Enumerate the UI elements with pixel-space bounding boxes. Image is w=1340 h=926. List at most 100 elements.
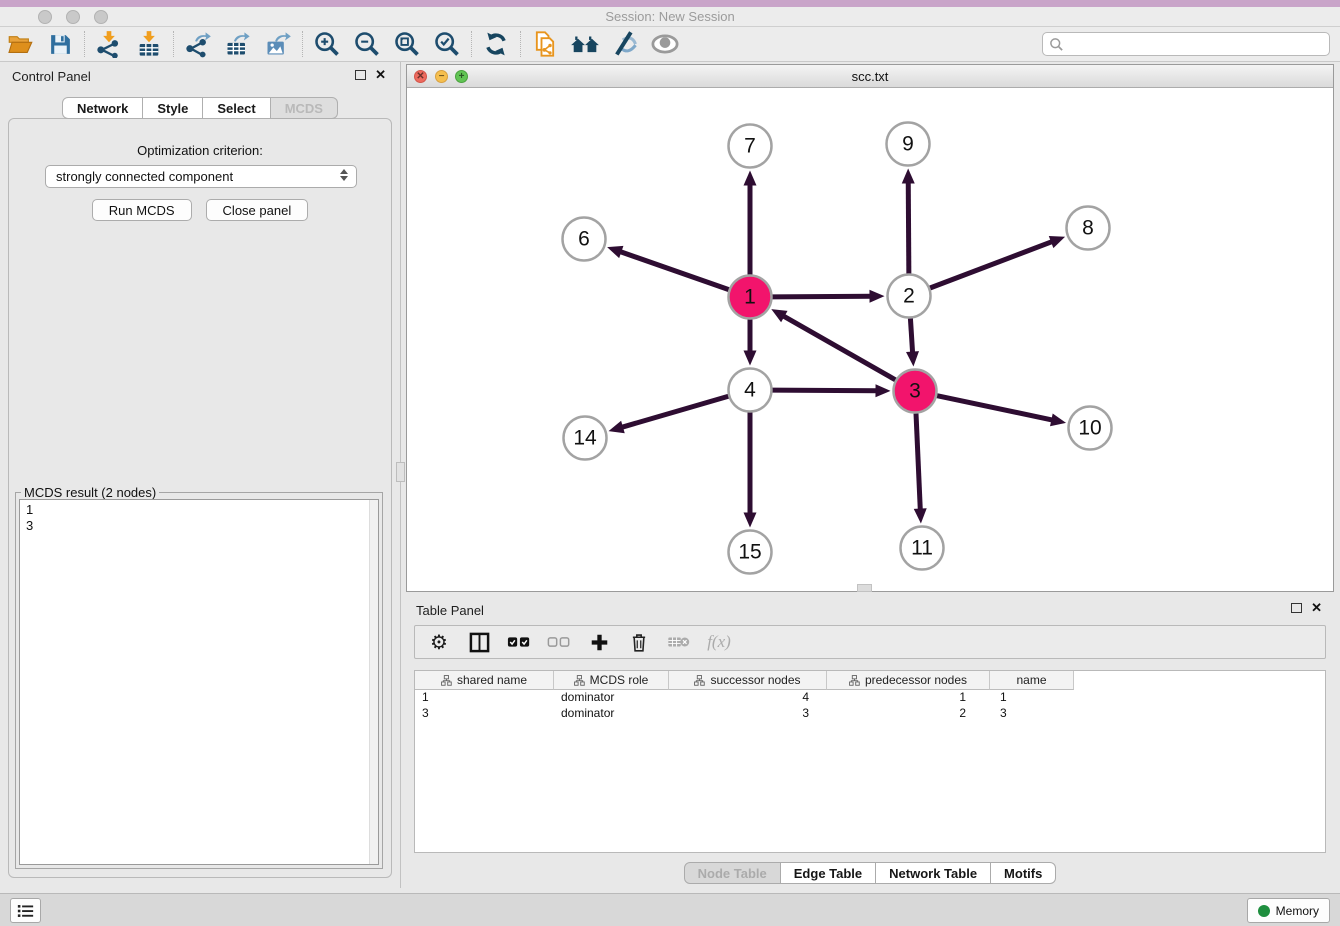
column-header-successor-nodes[interactable]: successor nodes <box>669 671 827 690</box>
titlebar-accent <box>0 0 1340 7</box>
plus-icon <box>590 633 609 652</box>
tab-select[interactable]: Select <box>203 97 270 119</box>
table-cell[interactable]: 1 <box>990 690 1074 706</box>
table-cell[interactable]: 3 <box>669 706 827 722</box>
result-line: 3 <box>26 518 372 534</box>
edge-4-3[interactable] <box>772 390 878 391</box>
add-column-button[interactable] <box>587 630 611 654</box>
tab-style[interactable]: Style <box>143 97 203 119</box>
edge-3-1[interactable] <box>782 315 896 380</box>
edge-1-6[interactable] <box>618 251 728 290</box>
hide-graphics-details-button[interactable] <box>605 28 645 60</box>
table-row[interactable]: 1dominator411 <box>415 690 1325 706</box>
table-cell[interactable]: 3 <box>415 706 554 722</box>
deselect-all-button[interactable] <box>547 630 571 654</box>
edit-column-icon <box>694 675 705 686</box>
optimization-criterion-dropdown[interactable]: strongly connected component <box>45 165 357 188</box>
arrowhead-1-2 <box>869 290 884 303</box>
network-window-titlebar[interactable]: ✕ − + scc.txt <box>407 65 1333 88</box>
node-label-15: 15 <box>738 541 761 564</box>
edge-3-10[interactable] <box>937 396 1054 421</box>
select-all-button[interactable] <box>507 630 531 654</box>
status-bar: Memory <box>0 893 1340 926</box>
table-cell[interactable]: 1 <box>415 690 554 706</box>
table-cell[interactable]: 2 <box>827 706 990 722</box>
export-network-icon <box>184 30 212 58</box>
save-session-button[interactable] <box>40 28 80 60</box>
node-label-1: 1 <box>744 286 756 309</box>
tab-motifs[interactable]: Motifs <box>991 862 1056 884</box>
search-box[interactable] <box>1042 32 1330 56</box>
tab-node-table[interactable]: Node Table <box>684 862 781 884</box>
export-network-button[interactable] <box>178 28 218 60</box>
tab-network[interactable]: Network <box>62 97 143 119</box>
horizontal-splitter-grip[interactable] <box>857 584 872 592</box>
node-label-11: 11 <box>911 537 933 560</box>
export-table-button[interactable] <box>218 28 258 60</box>
float-panel-icon[interactable] <box>355 70 366 80</box>
task-history-button[interactable] <box>10 898 41 923</box>
tab-mcds[interactable]: MCDS <box>271 97 338 119</box>
open-session-button[interactable] <box>0 28 40 60</box>
delete-column-button[interactable] <box>627 630 651 654</box>
table-row[interactable]: 3dominator323 <box>415 706 1325 722</box>
tab-network-table[interactable]: Network Table <box>876 862 991 884</box>
table-cell[interactable]: dominator <box>554 690 669 706</box>
zoom-out-button[interactable] <box>347 28 387 60</box>
column-header-shared-name[interactable]: shared name <box>415 671 554 690</box>
import-network-button[interactable] <box>89 28 129 60</box>
home-icon <box>570 30 600 58</box>
column-header-MCDS-role[interactable]: MCDS role <box>554 671 669 690</box>
memory-button[interactable]: Memory <box>1247 898 1330 923</box>
search-input[interactable] <box>1064 34 1329 54</box>
result-scrollbar[interactable] <box>369 500 378 864</box>
export-image-button[interactable] <box>258 28 298 60</box>
clone-network-button[interactable] <box>525 28 565 60</box>
tab-edge-table[interactable]: Edge Table <box>781 862 876 884</box>
import-table-button[interactable] <box>129 28 169 60</box>
home-view-button[interactable] <box>565 28 605 60</box>
edge-1-2[interactable] <box>772 296 872 297</box>
toolbar-separator <box>302 31 303 57</box>
zoom-fit-button[interactable] <box>387 28 427 60</box>
table-cell[interactable]: 1 <box>827 690 990 706</box>
node-table[interactable]: shared nameMCDS rolesuccessor nodesprede… <box>414 670 1326 853</box>
birds-eye-view-button[interactable] <box>645 28 685 60</box>
open-folder-icon <box>7 31 34 58</box>
edge-4-14[interactable] <box>620 396 728 428</box>
close-table-panel-icon[interactable]: ✕ <box>1311 600 1322 616</box>
result-line: 1 <box>26 502 372 518</box>
search-icon <box>1049 37 1064 52</box>
mcds-result-list[interactable]: 13 <box>19 499 379 865</box>
close-panel-button[interactable]: Close panel <box>206 199 309 221</box>
table-cell[interactable]: 4 <box>669 690 827 706</box>
network-canvas[interactable]: 7968124314101511 <box>407 88 1333 591</box>
vertical-splitter-grip[interactable] <box>396 462 405 482</box>
toggle-panes-button[interactable] <box>467 630 491 654</box>
node-label-4: 4 <box>744 379 756 402</box>
zoom-selected-button[interactable] <box>427 28 467 60</box>
mcds-result-group: MCDS result (2 nodes) 13 <box>15 492 383 869</box>
network-graph[interactable]: 7968124314101511 <box>407 88 1333 591</box>
column-header-predecessor-nodes[interactable]: predecessor nodes <box>827 671 990 690</box>
column-header-name[interactable]: name <box>990 671 1074 690</box>
close-panel-icon[interactable]: ✕ <box>375 67 386 83</box>
arrowhead-2-3 <box>906 351 919 366</box>
edge-2-3[interactable] <box>910 318 912 354</box>
edge-2-8[interactable] <box>930 241 1054 288</box>
table-cell[interactable]: dominator <box>554 706 669 722</box>
memory-label: Memory <box>1276 904 1319 918</box>
table-body: 1dominator4113dominator323 <box>415 690 1325 722</box>
checked-boxes-icon <box>507 636 531 648</box>
apply-layout-button[interactable] <box>476 28 516 60</box>
float-table-panel-icon[interactable] <box>1291 603 1302 613</box>
table-cell[interactable]: 3 <box>990 706 1074 722</box>
table-panel: Table Panel ✕ ⚙ <box>406 596 1334 890</box>
export-image-icon <box>264 30 292 58</box>
zoom-in-button[interactable] <box>307 28 347 60</box>
table-settings-button[interactable]: ⚙ <box>427 630 451 654</box>
edge-2-9[interactable] <box>908 180 909 273</box>
edge-3-11[interactable] <box>916 413 920 511</box>
run-mcds-button[interactable]: Run MCDS <box>92 199 192 221</box>
network-view-window: ✕ − + scc.txt 7968124314101511 <box>406 64 1334 592</box>
